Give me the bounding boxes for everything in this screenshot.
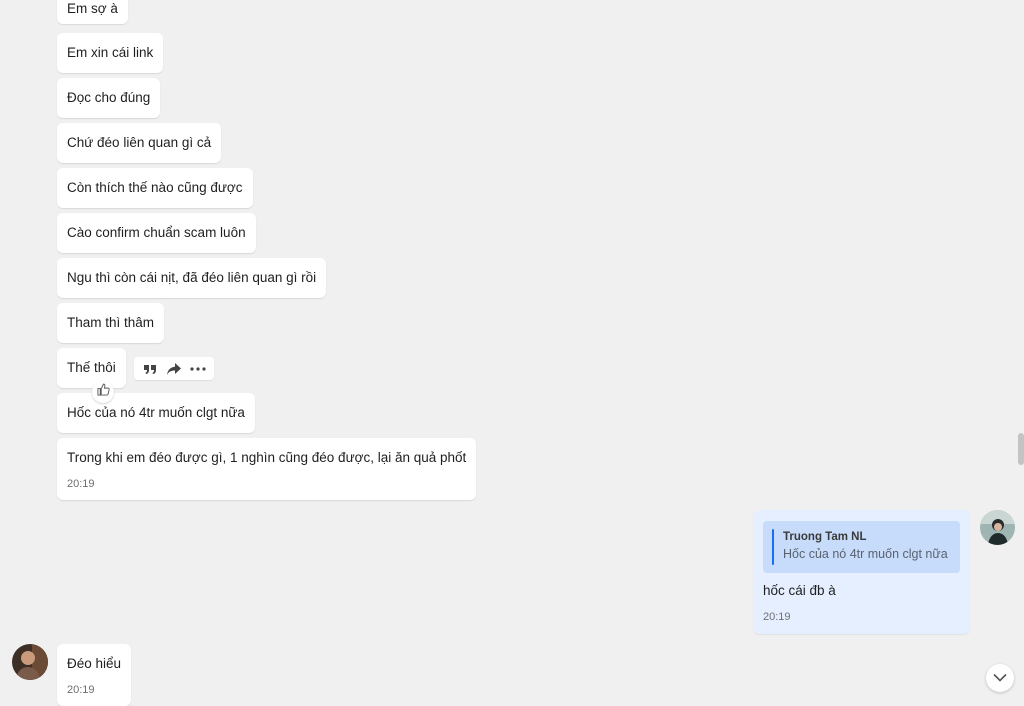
message-bubble[interactable]: Em xin cái link	[57, 33, 164, 73]
message-timestamp: 20:19	[763, 611, 791, 623]
message-bubble[interactable]: Thế thôi	[57, 348, 126, 388]
like-button[interactable]	[92, 381, 114, 403]
quoted-message[interactable]: Truong Tam NL Hốc của nó 4tr muốn clgt n…	[763, 521, 960, 573]
quote-author: Truong Tam NL	[783, 531, 867, 543]
message-text: Ngu thì còn cái nịt, đã đéo liên quan gì…	[67, 270, 317, 285]
message-text: Đéo hiểu	[67, 656, 122, 671]
message-text: Em sợ à	[67, 1, 118, 16]
message-timestamp: 20:19	[67, 478, 95, 490]
message-bubble[interactable]: Đọc cho đúng	[57, 78, 161, 118]
scrollbar-thumb[interactable]	[1018, 433, 1024, 465]
message-text: Hốc của nó 4tr muốn clgt nữa	[67, 405, 245, 420]
avatar[interactable]	[980, 510, 1015, 545]
message-bubble[interactable]: Ngu thì còn cái nịt, đã đéo liên quan gì…	[57, 258, 327, 298]
message-text: Trong khi em đéo được gì, 1 nghìn cũng đ…	[67, 450, 467, 465]
message-bubble[interactable]: Đéo hiểu 20:19	[57, 644, 132, 706]
message-text: Thế thôi	[67, 360, 116, 375]
message-text: Cào confirm chuẩn scam luôn	[67, 225, 246, 240]
message-bubble[interactable]: Còn thích thế nào cũng được	[57, 168, 253, 208]
message-bubble[interactable]: Hốc của nó 4tr muốn clgt nữa	[57, 393, 255, 433]
message-text: Em xin cái link	[67, 45, 154, 60]
message-text: Còn thích thế nào cũng được	[67, 180, 243, 195]
message-text: Chứ đéo liên quan gì cả	[67, 135, 212, 150]
quote-bar	[772, 529, 774, 565]
thumbs-up-icon	[96, 383, 110, 401]
quote-icon[interactable]	[141, 360, 159, 378]
message-timestamp: 20:19	[67, 684, 95, 696]
message-bubble[interactable]: Trong khi em đéo được gì, 1 nghìn cũng đ…	[57, 438, 477, 500]
message-text: hốc cái đb à	[763, 583, 836, 598]
more-icon[interactable]	[189, 360, 207, 378]
outgoing-message-bubble[interactable]: Truong Tam NL Hốc của nó 4tr muốn clgt n…	[753, 510, 970, 634]
forward-icon[interactable]	[165, 360, 183, 378]
message-text: Đọc cho đúng	[67, 90, 151, 105]
avatar[interactable]	[12, 644, 48, 680]
scroll-to-bottom-button[interactable]	[986, 664, 1014, 692]
quote-text: Hốc của nó 4tr muốn clgt nữa	[783, 547, 948, 561]
chevron-down-icon	[993, 669, 1007, 687]
message-bubble[interactable]: Cào confirm chuẩn scam luôn	[57, 213, 256, 253]
message-text: Tham thì thâm	[67, 315, 155, 330]
message-bubble[interactable]: Em sợ à	[57, 0, 128, 24]
message-bubble[interactable]: Tham thì thâm	[57, 303, 165, 343]
message-action-toolbar	[134, 357, 214, 380]
message-bubble[interactable]: Chứ đéo liên quan gì cả	[57, 123, 222, 163]
